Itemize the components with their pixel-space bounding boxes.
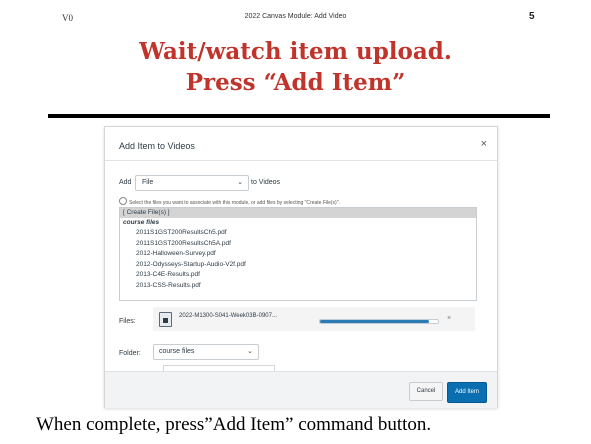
to-videos-label: to Videos: [251, 179, 281, 186]
create-files-option[interactable]: [ Create File(s) ]: [120, 208, 476, 218]
list-item[interactable]: 2012-Halloween-Survey.pdf: [120, 249, 476, 260]
add-type-value: File: [142, 179, 154, 186]
add-item-dialog: Add Item to Videos × Add File ⌄ to Video…: [104, 126, 498, 408]
help-text: Select the files you want to associate w…: [119, 197, 340, 206]
upload-file-name: 2022-M1300-S041-Week03B-0907...: [179, 313, 277, 319]
list-item[interactable]: 2012-Odysseys-Startup-Audio-V2f.pdf: [120, 260, 476, 271]
dialog-footer: Cancel Add Item: [105, 371, 497, 408]
slide-title: Wait/watch item upload. Press “Add Item”: [0, 36, 591, 98]
folder-value: course files: [159, 348, 195, 355]
add-type-select[interactable]: File ⌄: [135, 175, 249, 191]
file-group-label: course files: [123, 219, 160, 226]
slide-caption: When complete, press”Add Item” command b…: [36, 414, 432, 435]
upload-progress-fill: [320, 320, 429, 323]
list-item[interactable]: 2013-CSS-Results.pdf: [120, 281, 476, 292]
module-title: 2022 Canvas Module: Add Video: [244, 13, 347, 20]
add-label: Add: [119, 179, 132, 186]
file-list[interactable]: [ Create File(s) ] course files 2011S1GS…: [119, 207, 477, 301]
cancel-button[interactable]: Cancel: [409, 382, 443, 401]
file-icon: [159, 312, 172, 327]
list-item[interactable]: 2011S1GST200ResultsCh5A.pdf: [120, 239, 476, 250]
info-icon: [119, 197, 127, 205]
upload-progress-bar: [319, 319, 439, 324]
page-number: 5: [529, 11, 535, 22]
files-label: Files:: [119, 318, 136, 325]
dialog-title: Add Item to Videos: [119, 141, 195, 151]
slide-title-line1: Wait/watch item upload.: [139, 38, 452, 65]
list-item[interactable]: 2013-C4E-Results.pdf: [120, 270, 476, 281]
slide-title-line2: Press “Add Item”: [185, 69, 406, 96]
title-divider: [48, 114, 550, 118]
remove-upload-icon[interactable]: ×: [447, 315, 451, 322]
help-text-content: Select the files you want to associate w…: [129, 200, 340, 206]
add-item-button[interactable]: Add Item: [447, 382, 487, 403]
upload-row: 2022-M1300-S041-Week03B-0907... ×: [153, 307, 475, 331]
chevron-down-icon: ⌄: [247, 348, 253, 355]
slide-header: V0 2022 Canvas Module: Add Video 5: [0, 0, 591, 23]
dialog-title-divider: [105, 160, 497, 161]
folder-label: Folder:: [119, 350, 141, 357]
chevron-down-icon: ⌄: [237, 179, 243, 186]
folder-select[interactable]: course files ⌄: [153, 344, 259, 360]
list-item[interactable]: 2011S1GST200ResultsCh5.pdf: [120, 228, 476, 239]
close-icon[interactable]: ×: [481, 138, 487, 150]
